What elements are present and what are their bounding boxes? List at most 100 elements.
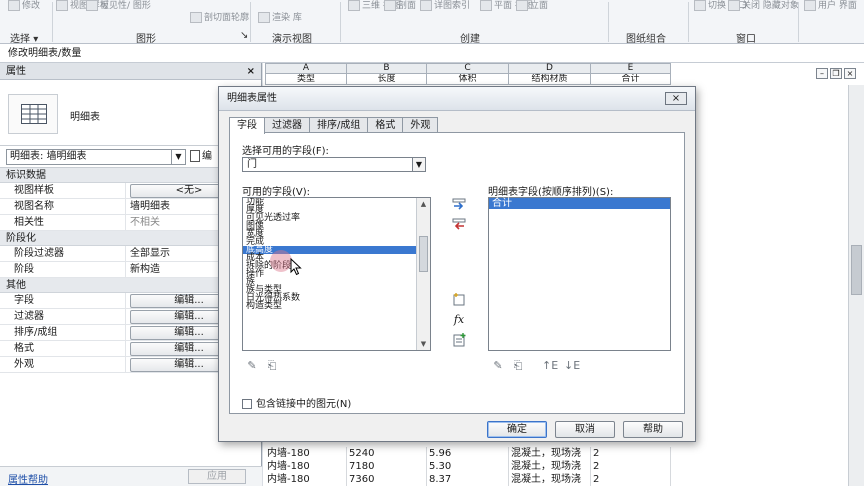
modify-icon: [8, 0, 20, 11]
tab-appearance[interactable]: 外观: [402, 117, 439, 133]
remove-arrow-icon: [452, 218, 466, 230]
combine-parameters-icon: [453, 333, 466, 347]
callout-icon: [420, 0, 432, 11]
list-item[interactable]: 图像: [243, 222, 417, 231]
schedule-field-headers: 类型 长度 体积 结构材质 合计: [265, 74, 671, 85]
ribbon-tool-section[interactable]: 剖面: [384, 0, 416, 30]
3d-view-icon: [348, 0, 360, 11]
table-cell: 2: [591, 460, 671, 473]
context-title: 修改明细表/数量: [0, 44, 864, 63]
properties-header: 属性 ×: [0, 63, 261, 80]
scroll-up-icon[interactable]: ▲: [417, 198, 430, 210]
schedule-scrollbar[interactable]: [848, 85, 864, 486]
edit-field-icon[interactable]: ✎: [490, 359, 506, 373]
ok-button[interactable]: 确定: [487, 421, 547, 438]
table-row[interactable]: 内墙-180 5240 5.96 混凝土，现场浇 2: [265, 447, 671, 460]
chevron-down-icon[interactable]: ▼: [412, 158, 425, 171]
calculated-value-icon[interactable]: fx: [450, 313, 468, 327]
instance-selector[interactable]: 明细表: 墙明细表 ▼: [6, 149, 186, 165]
field-header[interactable]: 类型: [265, 74, 347, 85]
properties-title: 属性: [6, 66, 26, 77]
combine-parameters-button[interactable]: [450, 333, 468, 347]
move-down-icon[interactable]: ↓E: [564, 359, 580, 373]
column-letter[interactable]: D: [509, 63, 591, 74]
prop-key: 格式: [0, 341, 126, 357]
table-row[interactable]: 内墙-180 7180 5.30 混凝土，现场浇 2: [265, 460, 671, 473]
close-icon[interactable]: ×: [844, 68, 856, 79]
select-available-fields-dropdown[interactable]: 门 ▼: [242, 157, 426, 172]
column-letter[interactable]: B: [347, 63, 427, 74]
delete-parameter-icon[interactable]: ⎗: [264, 359, 280, 373]
ribbon-group-graphics-launcher-icon[interactable]: ↘: [240, 30, 248, 43]
list-item[interactable]: 拆除的阶段: [243, 262, 417, 271]
available-fields-list[interactable]: 功能 厚度 可见光透过率 图像 宽度 完成 底高度 成本 拆除的阶段 操作族族与类型 日光得热系数构…: [242, 197, 431, 351]
column-letter[interactable]: A: [265, 63, 347, 74]
help-button[interactable]: 帮助: [623, 421, 683, 438]
list-item[interactable]: 构造类型: [243, 302, 417, 311]
elevation-icon: [516, 0, 528, 11]
ribbon-tool-callout[interactable]: 详图索引: [420, 0, 470, 30]
column-letter[interactable]: E: [591, 63, 671, 74]
add-field-button[interactable]: [450, 198, 468, 212]
scrollbar-thumb[interactable]: [419, 236, 428, 272]
include-links-checkbox[interactable]: 包含链接中的图元(N): [242, 395, 351, 410]
minimize-icon[interactable]: –: [816, 68, 828, 79]
ribbon-tool-close-hidden[interactable]: 关闭 隐藏对象: [728, 0, 799, 30]
edit-type-icon: [190, 150, 200, 162]
list-item[interactable]: 可见光透过率: [243, 214, 417, 223]
chevron-down-icon[interactable]: ▼: [171, 150, 185, 164]
list-item[interactable]: 合计: [489, 198, 670, 209]
scrollbar-thumb[interactable]: [851, 245, 862, 295]
schedule-fields-list[interactable]: 合计: [488, 197, 671, 351]
visibility-icon: [86, 0, 98, 11]
field-header[interactable]: 结构材质: [509, 74, 591, 85]
type-name: 明细表: [70, 112, 100, 123]
ribbon-tool-elevation[interactable]: 立面: [516, 0, 548, 30]
tab-filter[interactable]: 过滤器: [264, 117, 310, 133]
table-cell: 混凝土，现场浇: [509, 447, 591, 460]
delete-field-icon[interactable]: ⎗: [510, 359, 526, 373]
ribbon-tool-user-interface[interactable]: 用户 界面: [804, 0, 857, 30]
scroll-down-icon[interactable]: ▼: [417, 338, 430, 350]
ribbon-separator: [608, 2, 609, 42]
cut-profile-icon: [190, 12, 202, 23]
list-item[interactable]: 功能: [243, 198, 417, 207]
column-letter[interactable]: C: [427, 63, 509, 74]
table-cell: 2: [591, 447, 671, 460]
tab-sorting[interactable]: 排序/成组: [309, 117, 369, 133]
tab-format[interactable]: 格式: [367, 117, 404, 133]
ribbon-group-sheet: 图纸组合: [626, 34, 666, 45]
cancel-button[interactable]: 取消: [555, 421, 615, 438]
remove-field-button[interactable]: [450, 218, 468, 232]
schedule-rows: 内墙-180 5240 5.96 混凝土，现场浇 2 内墙-180 7180 5…: [265, 447, 671, 486]
prop-key: 视图名称: [0, 199, 126, 215]
ribbon-tool-modify[interactable]: 修改: [8, 0, 40, 30]
properties-help-link[interactable]: 属性帮助: [8, 471, 48, 486]
table-cell: 7360: [347, 473, 427, 486]
tab-fields[interactable]: 字段: [229, 117, 265, 134]
table-row[interactable]: 内墙-180 7360 8.37 混凝土，现场浇 2: [265, 473, 671, 486]
close-icon[interactable]: ×: [247, 63, 255, 80]
add-parameter-button[interactable]: [450, 292, 468, 306]
edit-parameter-icon[interactable]: ✎: [244, 359, 260, 373]
ribbon-group-select[interactable]: 选择 ▾: [10, 30, 38, 45]
checkbox-icon[interactable]: [242, 399, 252, 409]
restore-icon[interactable]: ❐: [830, 68, 842, 79]
ribbon-group-create: 创建: [460, 34, 480, 45]
ribbon-tool-visibility[interactable]: 可见性/ 图形: [86, 0, 151, 30]
table-cell: 内墙-180: [265, 473, 347, 486]
field-header[interactable]: 合计: [591, 74, 671, 85]
list-scrollbar[interactable]: ▲ ▼: [416, 198, 430, 350]
move-up-icon[interactable]: ↑E: [542, 359, 558, 373]
prop-key: 外观: [0, 357, 126, 373]
field-header[interactable]: 体积: [427, 74, 509, 85]
list-item[interactable]: 操作: [243, 270, 417, 279]
field-header[interactable]: 长度: [347, 74, 427, 85]
list-item[interactable]: 宽度: [243, 230, 417, 239]
view-window-controls: – ❐ ×: [816, 68, 856, 79]
close-icon[interactable]: ×: [665, 92, 687, 105]
ribbon-separator: [688, 2, 689, 42]
dialog-titlebar[interactable]: 明细表属性 ×: [219, 87, 695, 111]
list-item[interactable]: 底高度: [243, 246, 417, 255]
apply-button[interactable]: 应用: [188, 469, 246, 484]
